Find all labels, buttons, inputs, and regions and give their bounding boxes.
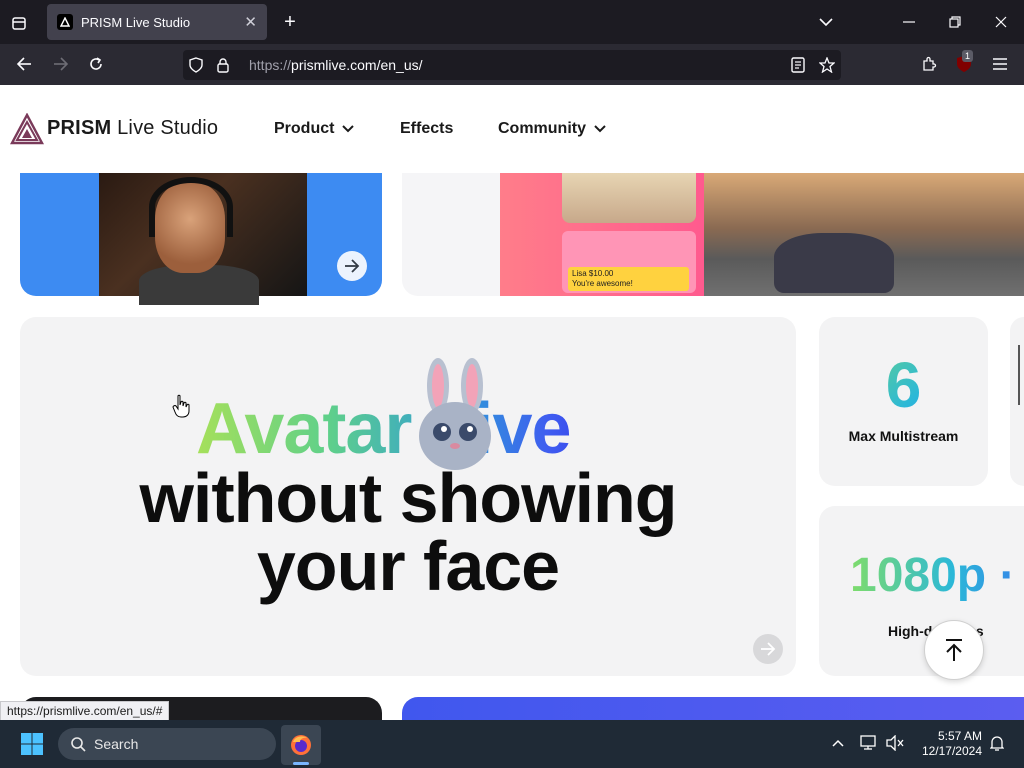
new-tab-icon[interactable]: + [279,11,301,33]
streamer-feature-card[interactable] [20,173,382,305]
nav-product[interactable]: Product [274,120,355,138]
restore-icon[interactable] [944,11,966,33]
arrow-up-icon [944,638,964,662]
address-bar[interactable]: https://prismlive.com/en_us/ [183,50,841,80]
back-arrow-icon[interactable] [13,53,35,75]
tab-title: PRISM Live Studio [81,14,191,30]
chevron-down-icon [594,122,606,136]
arrow-right-icon[interactable] [337,251,367,281]
donation-message: You're awesome! [572,279,633,288]
lock-icon[interactable] [217,57,235,73]
nav-community-label: Community [498,120,586,137]
tray-chevron-up-icon[interactable] [828,733,848,753]
nav-product-label: Product [274,120,335,137]
avatar-headline-line3: your face [256,527,560,605]
hand-cursor-icon [172,394,190,418]
logo-light: Live Studio [111,117,219,139]
firefox-taskbar-button[interactable] [281,725,321,765]
window-close-icon[interactable] [990,11,1012,33]
volume-muted-icon[interactable] [885,733,905,753]
streamer-photo [99,173,307,305]
taskbar-search-box[interactable]: Search [58,728,276,760]
arrow-right-icon[interactable] [753,634,783,664]
bookmark-star-icon[interactable] [819,57,835,73]
anime-character-image [562,173,696,223]
page-scrollbar[interactable] [1018,345,1020,405]
url-scheme: https:// [249,57,292,73]
stat-card-partial [1010,317,1024,486]
bunny-avatar-image [410,356,500,474]
resolution-value: 1080p · 6 [850,548,1024,603]
tab-close-icon[interactable]: ✕ [244,13,257,31]
multistream-label: Max Multistream [848,428,959,444]
notification-bell-icon[interactable] [987,733,1007,753]
donation-amount: Lisa $10.00 [572,269,614,278]
browser-tab[interactable]: PRISM Live Studio ✕ [47,4,267,40]
tab-overflow-chevron-icon[interactable] [815,11,837,33]
donation-alert: Lisa $10.00 You're awesome! [568,267,689,291]
logo-bold: PRISM [47,117,112,139]
prism-favicon-icon [57,14,73,30]
firefox-icon [289,733,313,757]
extension-badge: 1 [962,50,974,62]
multistream-value: 6 [819,348,988,422]
tracking-shield-icon[interactable] [189,57,207,73]
search-label: Search [94,736,139,752]
network-monitor-icon[interactable] [859,733,879,753]
chevron-down-icon [342,122,355,136]
ublock-extension-icon[interactable]: 1 [954,50,974,74]
link-status-url: https://prismlive.com/en_us/# [0,701,170,721]
scroll-to-top-button[interactable] [924,620,984,680]
windows-start-icon[interactable] [20,732,44,756]
reader-view-icon[interactable] [791,57,805,73]
prism-logo-icon[interactable] [9,112,45,145]
taskbar-clock[interactable]: 5:57 AM 12/17/2024 [918,729,982,759]
clock-time: 5:57 AM [937,729,982,743]
nav-community[interactable]: Community [498,120,606,138]
url-host-path: prismlive.com/en_us/ [291,57,423,73]
extensions-puzzle-icon[interactable] [918,53,940,75]
nav-effects-label: Effects [400,120,454,137]
tab-list-icon[interactable] [8,12,30,34]
minimize-icon[interactable] [898,11,920,33]
reload-icon[interactable] [85,53,107,75]
url-text: https://prismlive.com/en_us/ [249,57,423,73]
site-logo-text[interactable]: PRISM Live Studio [47,117,218,140]
search-icon [70,736,86,752]
nav-effects[interactable]: Effects [400,120,453,138]
active-app-indicator [293,762,309,765]
clock-date: 12/17/2024 [921,744,982,758]
hamburger-menu-icon[interactable] [989,53,1011,75]
racing-game-image [704,173,1024,296]
forward-arrow-icon[interactable] [50,53,72,75]
